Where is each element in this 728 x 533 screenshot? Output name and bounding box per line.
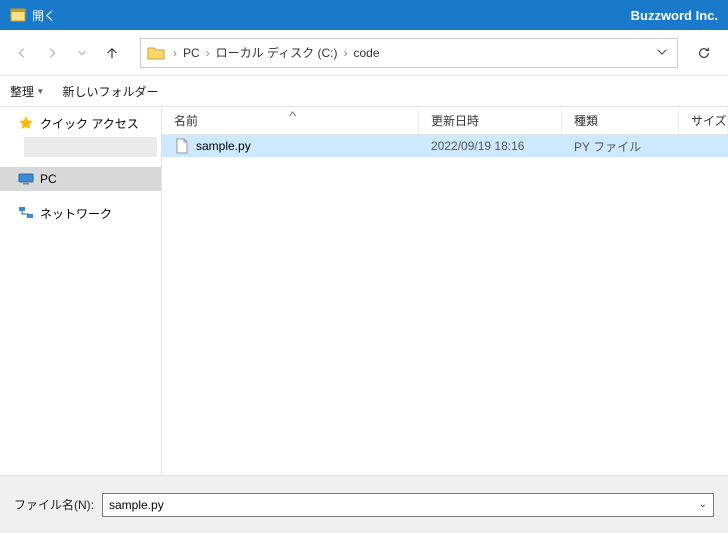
window-title: 開く (32, 7, 56, 24)
dropdown-icon[interactable]: ⌄ (695, 499, 707, 510)
sidebar: クイック アクセス PC ネットワーク (0, 107, 162, 475)
star-icon (18, 115, 34, 131)
sidebar-item-quick-access[interactable]: クイック アクセス (0, 111, 161, 135)
footer: ファイル名(N): ⌄ (0, 475, 728, 533)
brand-label: Buzzword Inc. (631, 8, 718, 23)
filename-input[interactable] (109, 498, 695, 512)
breadcrumb-pc[interactable]: PC (179, 46, 204, 60)
sidebar-label: クイック アクセス (40, 115, 139, 132)
recent-dropdown-button[interactable] (70, 41, 94, 65)
file-type: PY ファイル (562, 138, 679, 155)
chevron-right-icon: › (171, 46, 179, 60)
sidebar-label: ネットワーク (40, 205, 112, 222)
column-header-type[interactable]: 種類 (562, 107, 679, 134)
sort-indicator-icon: ˄ (288, 109, 296, 119)
chevron-right-icon: › (342, 46, 350, 60)
address-dropdown-icon[interactable] (651, 46, 673, 60)
pc-icon (18, 171, 34, 187)
sidebar-item-pc[interactable]: PC (0, 167, 161, 191)
file-name: sample.py (196, 139, 251, 153)
new-folder-button[interactable]: 新しいフォルダー (63, 83, 159, 100)
organize-label: 整理 (10, 83, 34, 100)
toolbar: 整理 ▾ 新しいフォルダー (0, 75, 728, 107)
chevron-right-icon: › (204, 46, 212, 60)
app-icon (10, 7, 26, 23)
organize-menu[interactable]: 整理 ▾ (10, 83, 43, 100)
sidebar-label: PC (40, 172, 57, 186)
file-list[interactable]: sample.py 2022/09/19 18:16 PY ファイル (162, 135, 728, 475)
address-bar[interactable]: › PC › ローカル ディスク (C:) › code (140, 38, 678, 68)
file-date: 2022/09/19 18:16 (419, 139, 562, 153)
file-pane: ˄ 名前 更新日時 種類 サイズ sample.py 2022/09/19 18… (162, 107, 728, 475)
forward-button[interactable] (40, 41, 64, 65)
title-bar: 開く Buzzword Inc. (0, 0, 728, 30)
file-row[interactable]: sample.py 2022/09/19 18:16 PY ファイル (162, 135, 728, 157)
folder-icon (147, 44, 165, 62)
column-headers: ˄ 名前 更新日時 種類 サイズ (162, 107, 728, 135)
body-area: クイック アクセス PC ネットワーク ˄ 名前 更新日時 種類 サイズ (0, 107, 728, 475)
filename-combobox[interactable]: ⌄ (102, 493, 714, 517)
network-icon (18, 205, 34, 221)
up-button[interactable] (100, 41, 124, 65)
column-header-date[interactable]: 更新日時 (419, 107, 562, 134)
refresh-button[interactable] (690, 38, 718, 68)
filename-label: ファイル名(N): (14, 496, 94, 513)
breadcrumb-drive[interactable]: ローカル ディスク (C:) (212, 44, 342, 61)
sidebar-item-network[interactable]: ネットワーク (0, 201, 161, 225)
file-icon (174, 138, 190, 154)
breadcrumb-folder[interactable]: code (350, 46, 384, 60)
nav-row: › PC › ローカル ディスク (C:) › code (0, 30, 728, 75)
back-button[interactable] (10, 41, 34, 65)
caret-down-icon: ▾ (38, 86, 43, 97)
column-header-size[interactable]: サイズ (679, 107, 728, 134)
sidebar-recent-placeholder (24, 137, 157, 157)
new-folder-label: 新しいフォルダー (63, 83, 159, 100)
